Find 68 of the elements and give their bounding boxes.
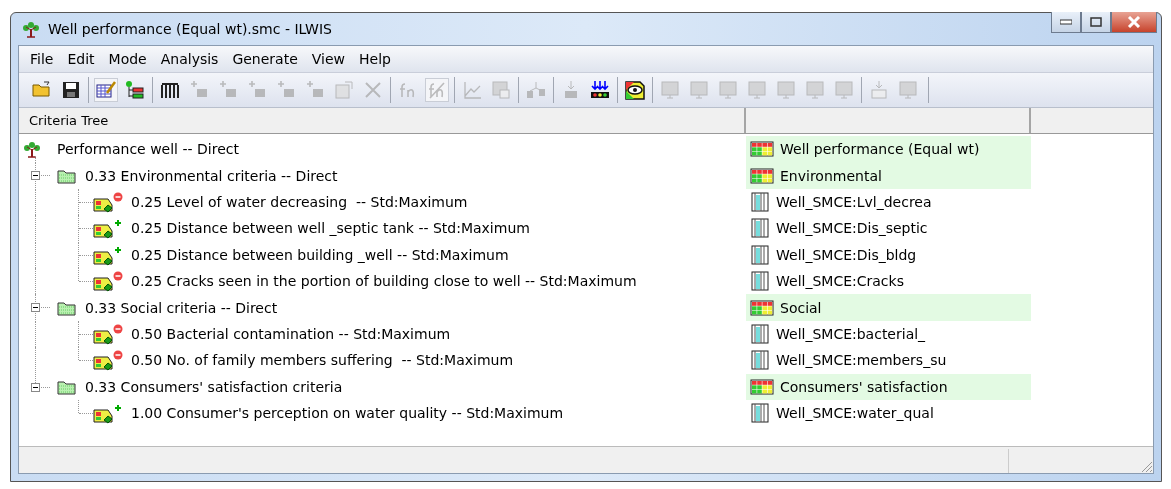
monitor-icon — [746, 79, 768, 101]
folder-icon — [57, 378, 77, 395]
tree-icon — [22, 20, 40, 38]
tree-item-label[interactable]: 0.50 Bacterial contamination -- Std:Maximum — [131, 325, 451, 342]
maximize-button[interactable] — [1081, 12, 1111, 33]
folder-icon — [57, 167, 77, 184]
tree-item-label[interactable]: 0.50 No. of family members suffering -- Std:Maximum — [131, 352, 514, 369]
edit-table-icon — [95, 79, 117, 101]
window-title: Well performance (Equal wt).smc - ILWIS — [48, 21, 332, 37]
tree-item-label[interactable]: 0.33 Environmental criteria -- Direct — [85, 167, 338, 184]
monitor-icon — [775, 79, 797, 101]
menu-item[interactable]: Help — [352, 51, 398, 67]
line-graph-icon — [461, 79, 483, 101]
minus-icon — [33, 173, 38, 179]
map-window-icon — [490, 79, 512, 101]
output-name: Well_SMCE:Lvl_decrea — [776, 193, 932, 210]
tree-item-label[interactable]: 0.25 Distance between building _well -- Std:Maximum — [131, 246, 509, 263]
menu-item[interactable]: Generate — [225, 51, 305, 67]
close-button[interactable] — [1111, 12, 1157, 33]
resize-grip-icon — [1139, 459, 1153, 473]
collapse-toggle[interactable] — [31, 303, 40, 313]
monitor-icon — [688, 79, 710, 101]
output-name: Well_SMCE:water_qual — [776, 405, 934, 422]
tree-item-label[interactable]: 0.33 Consumers' satisfaction criteria — [85, 378, 343, 395]
minimize-icon — [1060, 19, 1072, 25]
menu-item[interactable]: File — [23, 51, 61, 67]
tree-item-label[interactable]: Performance well -- Direct — [57, 141, 239, 158]
tree-list-icon — [124, 79, 146, 101]
output-name: Well_SMCE:Dis_bldg — [776, 246, 917, 263]
output-name: Well performance (Equal wt) — [780, 141, 980, 158]
menu-item[interactable]: View — [304, 51, 353, 67]
branch-icon — [525, 79, 547, 101]
output-name: Well_SMCE:bacterial_ — [776, 325, 926, 342]
monitor-icon — [717, 79, 739, 101]
output-name: Well_SMCE:Cracks — [776, 273, 904, 290]
tree-icon — [23, 140, 41, 159]
save-icon — [60, 79, 82, 101]
toolbar-button[interactable] — [123, 78, 147, 102]
menu-item[interactable]: Analysis — [153, 51, 226, 67]
output-name: Well_SMCE:Dis_septic — [776, 220, 928, 237]
menu-item[interactable]: Mode — [101, 51, 154, 67]
tree-item-label[interactable]: 0.25 Distance between well _septic tank -- Std:Maximum — [131, 220, 530, 237]
tree-item-label[interactable]: 0.25 Cracks seen in the portion of building close to well -- Std:Maximum — [131, 273, 637, 290]
output-name: Well_SMCE:members_su — [776, 352, 947, 369]
import-map-icon — [868, 79, 890, 101]
folder-icon — [57, 299, 77, 316]
tree-item-label[interactable]: 0.25 Level of water decreasing -- Std:Maximum — [131, 193, 468, 210]
maximize-icon — [1090, 17, 1102, 27]
output-name: Social — [780, 299, 822, 316]
collapse-toggle[interactable] — [31, 382, 40, 392]
toolbar-button[interactable] — [623, 78, 647, 102]
tree-item-label[interactable]: 0.33 Social criteria -- Direct — [85, 299, 278, 316]
eye-map-icon — [624, 79, 646, 101]
monitor-icon — [897, 79, 919, 101]
monitor-icon — [804, 79, 826, 101]
minimize-button[interactable] — [1051, 12, 1081, 33]
output-name: Consumers' satisfaction — [780, 378, 948, 395]
properties-icon — [333, 79, 355, 101]
minus-icon — [33, 305, 38, 311]
menu-item[interactable]: Edit — [60, 51, 102, 67]
collapse-toggle[interactable] — [31, 171, 40, 181]
minus-icon — [33, 384, 38, 390]
arrows-down-icon — [589, 79, 611, 101]
monitor-icon — [833, 79, 855, 101]
tree-item-label[interactable]: 1.00 Consumer's perception on water quality -- Std:Maximum — [131, 405, 564, 422]
output-name: Environmental — [780, 167, 882, 184]
close-icon — [1127, 16, 1141, 28]
monitor-icon — [659, 79, 681, 101]
